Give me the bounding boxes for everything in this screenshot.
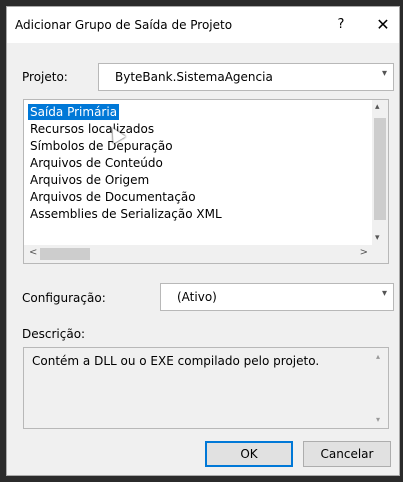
scroll-down-arrow-icon: ▾ — [376, 415, 381, 424]
vertical-scroll-thumb[interactable] — [374, 118, 386, 220]
scroll-right-arrow-icon[interactable]: > — [360, 247, 368, 258]
list-item-content-files[interactable]: Arquivos de Conteúdo — [30, 155, 163, 171]
list-item-localized-resources[interactable]: Recursos localizados — [30, 121, 154, 137]
list-item-debug-symbols[interactable]: Símbolos de Depuração — [30, 138, 173, 154]
description-label: Descrição: — [22, 327, 86, 341]
chevron-down-icon: ▾ — [381, 288, 387, 299]
scroll-left-arrow-icon[interactable]: < — [29, 247, 37, 258]
list-item-documentation-files[interactable]: Arquivos de Documentação — [30, 189, 196, 205]
description-scrollbar: ▴ ▾ — [372, 348, 388, 428]
close-button[interactable]: ✕ — [369, 12, 397, 38]
cancel-button[interactable]: Cancelar — [303, 441, 391, 467]
project-select-value: ByteBank.SistemaAgencia — [115, 70, 273, 84]
project-label: Projeto: — [22, 70, 68, 84]
title-bar: Adicionar Grupo de Saída de Projeto ? ✕ — [7, 7, 399, 43]
project-select[interactable]: ByteBank.SistemaAgencia ▾ — [98, 63, 394, 91]
list-item-source-files[interactable]: Arquivos de Origem — [30, 172, 149, 188]
scroll-down-arrow-icon[interactable]: ▾ — [375, 233, 380, 243]
scroll-up-arrow-icon[interactable]: ▴ — [375, 102, 380, 112]
list-item-primary-output[interactable]: Saída Primária — [28, 104, 120, 120]
list-vertical-scrollbar[interactable]: ▴ ▾ — [372, 100, 388, 245]
horizontal-scroll-thumb[interactable] — [40, 248, 90, 260]
scroll-up-arrow-icon: ▴ — [376, 352, 381, 361]
configuration-select-value: (Ativo) — [177, 290, 217, 304]
chevron-down-icon: ▾ — [381, 68, 387, 79]
ok-button[interactable]: OK — [205, 441, 293, 467]
help-button[interactable]: ? — [329, 13, 353, 37]
configuration-select[interactable]: (Ativo) ▾ — [160, 283, 394, 311]
description-box: Contém a DLL ou o EXE compilado pelo pro… — [23, 347, 389, 429]
list-horizontal-scrollbar[interactable]: < > — [24, 245, 388, 263]
add-project-output-group-dialog: Adicionar Grupo de Saída de Projeto ? ✕ … — [6, 6, 400, 476]
dialog-title: Adicionar Grupo de Saída de Projeto — [15, 18, 233, 32]
description-text: Contém a DLL ou o EXE compilado pelo pro… — [32, 354, 320, 368]
list-item-xml-serialization-assemblies[interactable]: Assemblies de Serialização XML — [30, 206, 222, 222]
output-group-list[interactable]: Saída Primária Recursos localizados Símb… — [23, 99, 389, 264]
configuration-label: Configuração: — [22, 291, 106, 305]
